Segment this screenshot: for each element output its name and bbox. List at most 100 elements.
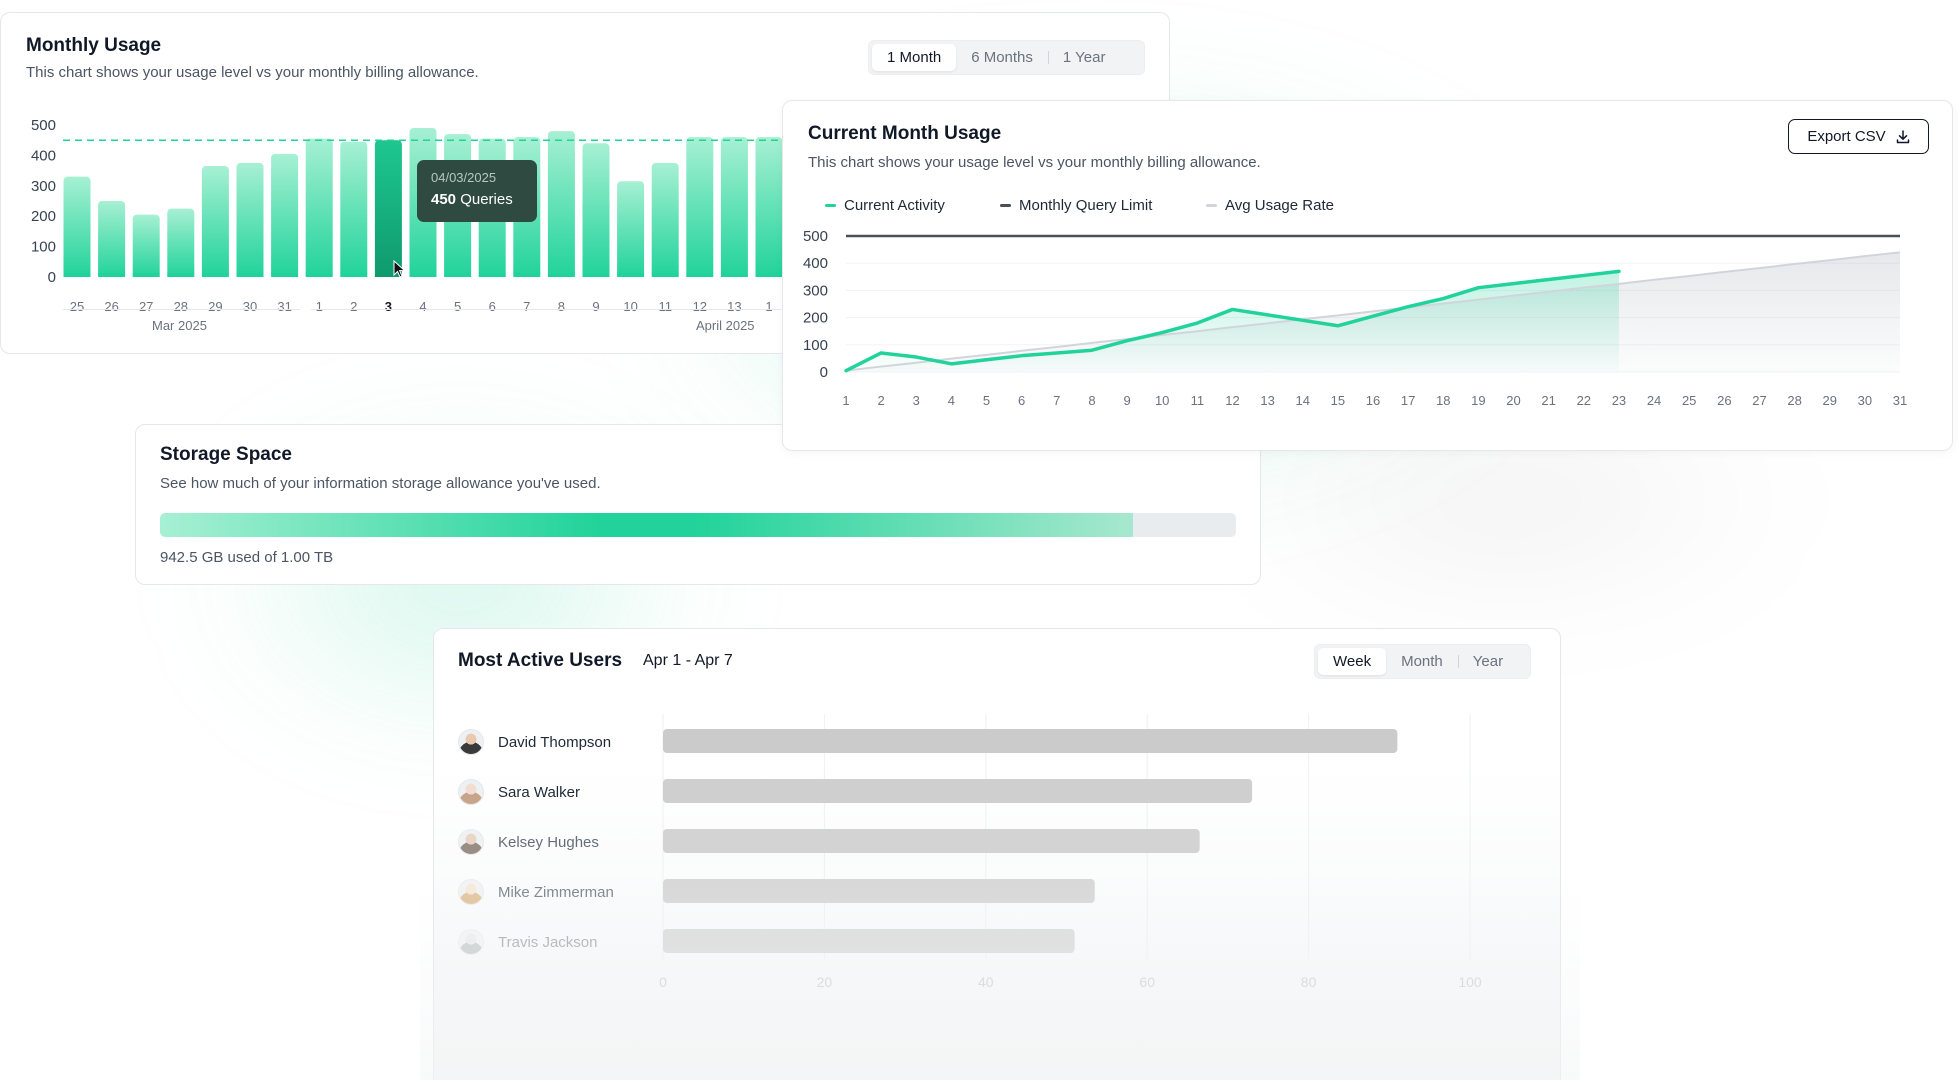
mouse-cursor-icon <box>393 260 406 278</box>
x-tick-label: 6 <box>489 299 496 314</box>
x-tick-label: 26 <box>104 299 118 314</box>
user-bar <box>663 779 1253 803</box>
avatar <box>458 729 484 755</box>
x-tick-label: 100 <box>1458 974 1482 990</box>
storage-progress-track <box>160 513 1236 537</box>
x-tick-label: 11 <box>658 299 672 314</box>
month-divider-mar <box>63 309 300 310</box>
range-option-1-year[interactable]: 1 Year <box>1047 44 1121 71</box>
y-tick-label: 500 <box>803 228 828 245</box>
avatar <box>458 829 484 855</box>
user-name: Sara Walker <box>498 783 580 801</box>
monthly-usage-bar-chart: 500400300200100025 26 27 28 29 30 31 1 2 3 4 5 6 7 8 9 1… <box>31 117 801 314</box>
user-name: Mike Zimmerman <box>498 883 614 901</box>
user-name: Kelsey Hughes <box>498 833 599 851</box>
x-tick-label: 12 <box>1225 393 1239 408</box>
x-tick-label: 13 <box>727 299 741 314</box>
bar-base <box>582 273 610 277</box>
y-tick-label: 300 <box>31 178 56 195</box>
x-tick-label: 8 <box>1088 393 1095 408</box>
export-csv-button[interactable]: Export CSV <box>1788 119 1929 154</box>
range-option-1-month[interactable]: 1 Month <box>872 44 957 71</box>
storage-subtitle: See how much of your information storage… <box>160 475 601 492</box>
x-tick-label: 8 <box>558 299 565 314</box>
x-tick-label: 22 <box>1577 393 1591 408</box>
x-tick-label: 29 <box>1822 393 1836 408</box>
tooltip-unit: Queries <box>460 191 513 208</box>
x-tick-label: 13 <box>1260 393 1274 408</box>
bar-base <box>409 273 437 277</box>
x-tick-label: 2 <box>878 393 885 408</box>
x-tick-label: 15 <box>1331 393 1345 408</box>
active-users-bar-chart: 0 20 40 60 80 100 <box>659 714 1482 990</box>
legend-current-activity: Current Activity <box>825 197 945 214</box>
range-option-6-months[interactable]: 6 Months <box>956 44 1048 71</box>
monthly-usage-title: Monthly Usage <box>26 35 162 56</box>
x-tick-label: 4 <box>948 393 955 408</box>
x-tick-label: 28 <box>1787 393 1801 408</box>
bar <box>582 143 610 277</box>
x-tick-label: 12 <box>693 299 707 314</box>
bar <box>374 140 402 277</box>
x-tick-label: 60 <box>1139 974 1155 990</box>
user-row: Travis Jackson <box>458 929 597 955</box>
x-tick-label: 21 <box>1541 393 1555 408</box>
tooltip-value: 450 <box>431 191 457 208</box>
user-name: Travis Jackson <box>498 933 598 951</box>
bar <box>305 138 333 277</box>
x-tick-label: 3 <box>385 299 392 314</box>
x-tick-label: 19 <box>1471 393 1485 408</box>
bar <box>63 176 91 277</box>
user-row: Sara Walker <box>458 779 580 805</box>
x-tick-label: 3 <box>913 393 920 408</box>
bar <box>167 208 195 277</box>
month-label-mar: Mar 2025 <box>152 318 207 333</box>
y-tick-label: 100 <box>803 337 828 354</box>
storage-title: Storage Space <box>160 444 292 465</box>
monthly-usage-range-selector: 1 Month 6 Months 1 Year <box>868 40 1145 75</box>
avatar <box>458 879 484 905</box>
avatar <box>458 929 484 955</box>
tooltip-date: 04/03/2025 <box>431 170 497 185</box>
x-tick-label: 18 <box>1436 393 1450 408</box>
bar <box>547 131 575 277</box>
user-name: David Thompson <box>498 733 612 751</box>
current-month-card: Current Month Usage This chart shows you… <box>782 100 1953 451</box>
y-tick-label: 200 <box>803 310 828 327</box>
range-option-year[interactable]: Year <box>1457 648 1518 675</box>
x-tick-label: 26 <box>1717 393 1731 408</box>
range-option-month[interactable]: Month <box>1386 648 1458 675</box>
bar-base <box>340 273 368 277</box>
y-tick-label: 500 <box>31 117 56 134</box>
user-row: David Thompson <box>458 729 611 755</box>
month-label-april: April 2025 <box>696 318 755 333</box>
x-tick-label: 9 <box>592 299 599 314</box>
x-tick-label: 7 <box>1053 393 1060 408</box>
storage-used-text: 942.5 GB used of 1.00 TB <box>160 549 334 566</box>
x-tick-label: 11 <box>1191 393 1205 408</box>
user-row: Mike Zimmerman <box>458 879 614 905</box>
user-bar <box>663 829 1200 853</box>
bar-base <box>686 273 714 277</box>
bar-base <box>236 273 264 277</box>
bar-base <box>755 273 783 277</box>
export-csv-label: Export CSV <box>1807 128 1886 145</box>
x-tick-label: 30 <box>1858 393 1872 408</box>
x-tick-label: 30 <box>243 299 257 314</box>
current-month-subtitle: This chart shows your usage level vs you… <box>808 154 1261 171</box>
x-tick-label: 7 <box>523 299 530 314</box>
bar-base <box>132 273 160 277</box>
x-tick-label: 24 <box>1647 393 1661 408</box>
range-option-week[interactable]: Week <box>1318 648 1387 675</box>
current-month-line-chart: 50040030020010001 2 3 4 5 6 7 8 9 10 11 12 13 14 15 16 1… <box>803 228 1907 408</box>
x-tick-label: 31 <box>277 299 291 314</box>
x-tick-label: 1 <box>842 393 849 408</box>
bar-base <box>305 273 333 277</box>
x-tick-label: 25 <box>70 299 84 314</box>
bar <box>686 137 714 277</box>
active-users-range-selector: Week Month Year <box>1314 644 1531 679</box>
y-tick-label: 200 <box>31 208 56 225</box>
x-tick-label: 28 <box>174 299 188 314</box>
bar <box>132 214 160 277</box>
bar-base <box>271 273 299 277</box>
